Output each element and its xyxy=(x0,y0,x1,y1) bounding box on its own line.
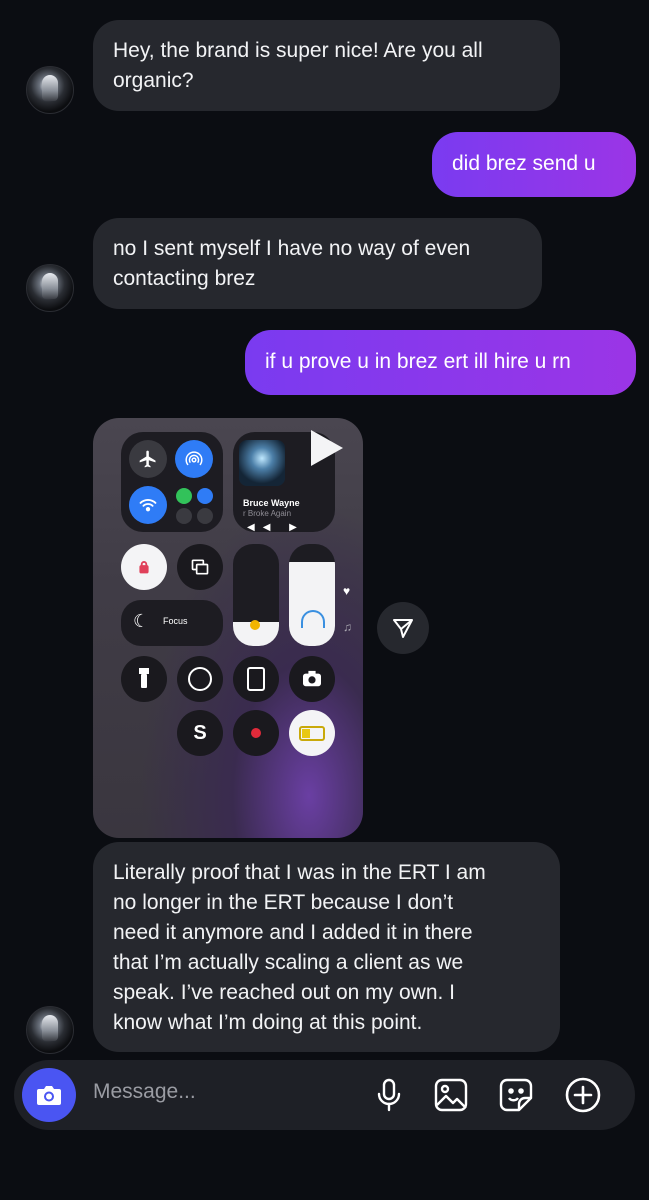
bluetooth-icon xyxy=(197,488,213,504)
message-line: Literally proof that I was in the ERT I … xyxy=(113,861,486,884)
message-line: Hey, the brand is super nice! Are you al… xyxy=(113,39,483,62)
shared-image[interactable]: Bruce Wayne r Broke Again ◀◀ ▶ ▶▶ ☾ Focu… xyxy=(93,418,363,838)
message-line: speak. I’ve reached out on my own. I xyxy=(113,981,456,1004)
message-input[interactable]: Message... xyxy=(93,1080,196,1104)
add-icon[interactable] xyxy=(564,1076,602,1114)
moon-icon: ☾ xyxy=(133,611,150,631)
heart-icon: ♥ xyxy=(343,584,351,598)
message-bubble-outgoing[interactable]: did brez send u xyxy=(432,132,636,197)
message-bubble-incoming[interactable]: Hey, the brand is super nice! Are you al… xyxy=(93,20,560,111)
message-line: need it anymore and I added it in there xyxy=(113,921,473,944)
flashlight-icon xyxy=(121,656,167,702)
message-line: no longer in the ERT because I don’t xyxy=(113,891,454,914)
message-line: organic? xyxy=(113,69,194,92)
airplane-icon xyxy=(129,440,167,478)
headphones-icon xyxy=(301,610,325,628)
gallery-icon[interactable] xyxy=(432,1076,470,1114)
screen-record-icon xyxy=(233,710,279,756)
low-power-icon xyxy=(289,710,335,756)
message-line: contacting brez xyxy=(113,267,256,290)
screen-mirror-icon xyxy=(177,544,223,590)
cellular-icon xyxy=(176,488,192,504)
album-art xyxy=(239,440,285,486)
message-line: that I’m actually scaling a client as we xyxy=(113,951,464,974)
orientation-lock-icon xyxy=(121,544,167,590)
sticker-icon[interactable] xyxy=(497,1076,535,1114)
music-note-icon: ♫ xyxy=(343,620,352,634)
share-icon[interactable] xyxy=(377,602,429,654)
calculator-icon xyxy=(233,656,279,702)
sender-avatar[interactable] xyxy=(26,264,74,312)
microphone-icon[interactable] xyxy=(370,1076,408,1114)
sender-avatar[interactable] xyxy=(26,1006,74,1054)
airdrop-icon xyxy=(175,440,213,478)
vpn-icon xyxy=(176,508,192,524)
now-playing-title: Bruce Wayne xyxy=(243,498,300,508)
sender-avatar[interactable] xyxy=(26,66,74,114)
focus-tile: ☾ Focus xyxy=(121,600,223,646)
camera-icon xyxy=(289,656,335,702)
hotspot-icon xyxy=(197,508,213,524)
message-bubble-outgoing[interactable]: if u prove u in brez ert ill hire u rn xyxy=(245,330,636,395)
message-line: no I sent myself I have no way of even xyxy=(113,237,471,260)
media-controls: ◀◀ ▶ ▶▶ xyxy=(247,522,305,532)
wifi-icon xyxy=(129,486,167,524)
message-bubble-incoming[interactable]: no I sent myself I have no way of even c… xyxy=(93,218,542,309)
message-line: know what I’m doing at this point. xyxy=(113,1011,423,1034)
timer-icon xyxy=(177,656,223,702)
connectivity-tile xyxy=(121,432,223,532)
camera-icon xyxy=(37,1086,61,1105)
sun-icon xyxy=(250,620,260,630)
message-composer: Message... xyxy=(14,1060,635,1130)
message-text: if u prove u in brez ert ill hire u rn xyxy=(265,350,571,373)
play-icon[interactable] xyxy=(311,430,343,466)
shazam-icon: S xyxy=(177,710,223,756)
message-text: did brez send u xyxy=(452,152,596,175)
camera-button[interactable] xyxy=(22,1068,76,1122)
volume-slider xyxy=(289,544,335,646)
message-bubble-incoming[interactable]: Literally proof that I was in the ERT I … xyxy=(93,842,560,1052)
brightness-slider xyxy=(233,544,279,646)
now-playing-subtitle: r Broke Again xyxy=(243,509,292,518)
focus-label: Focus xyxy=(163,616,188,626)
